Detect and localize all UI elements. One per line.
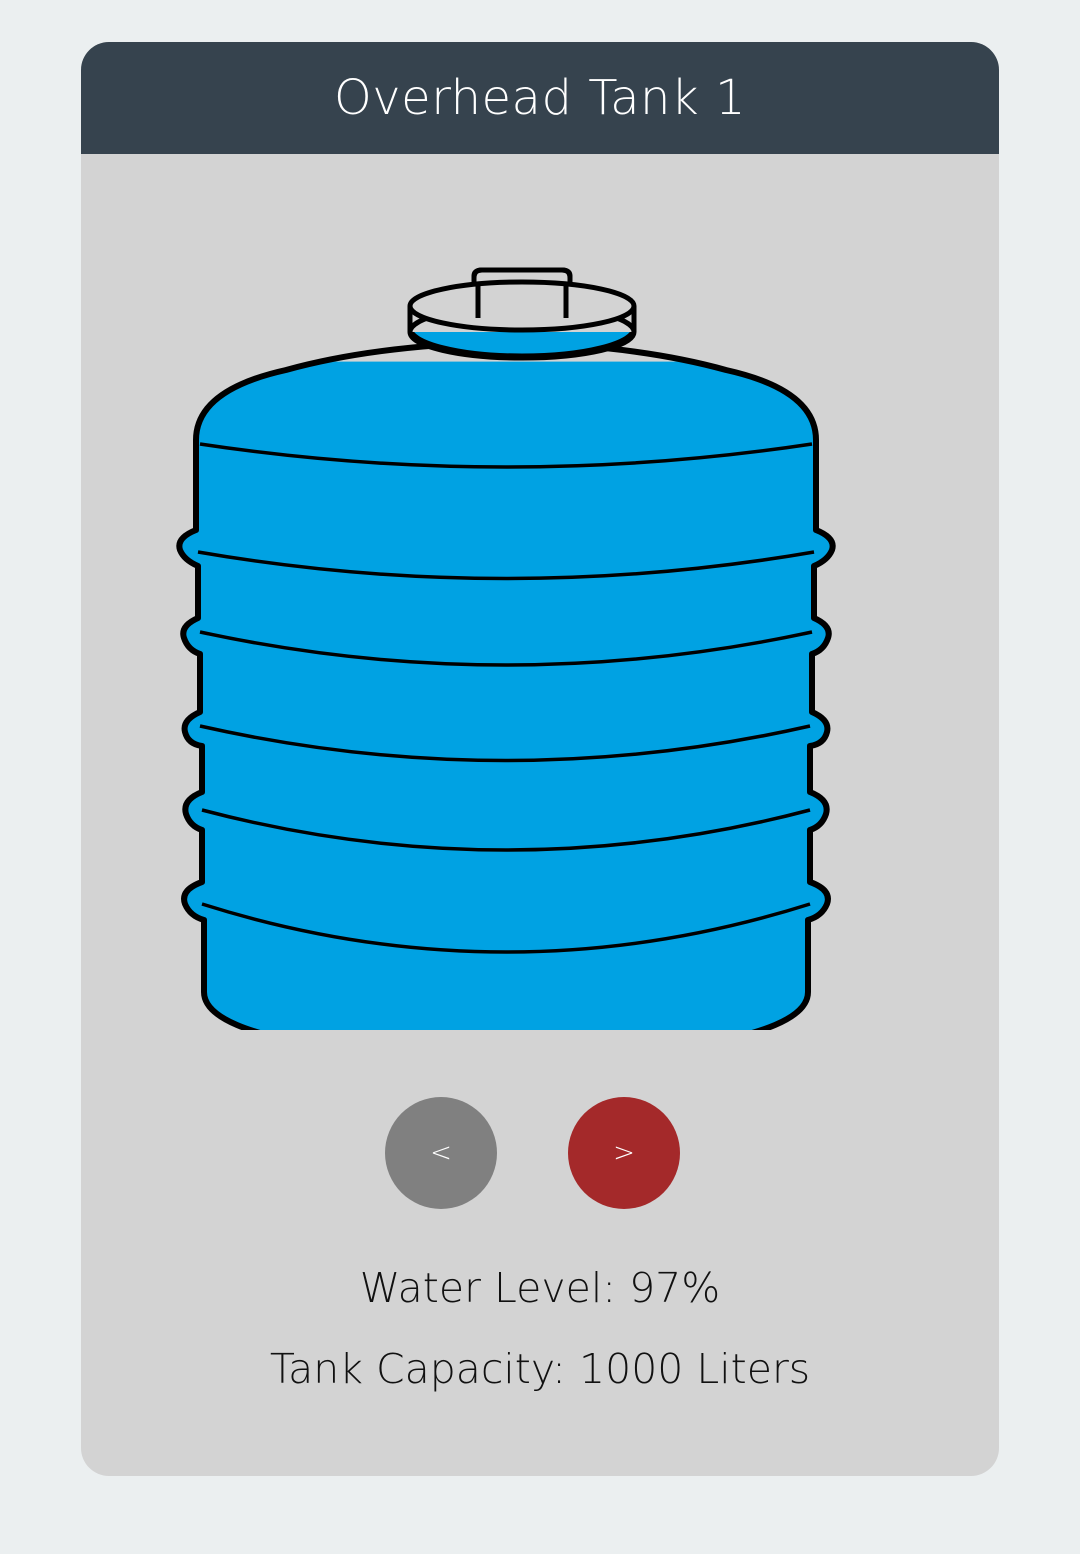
tank-title: Overhead Tank 1 (81, 42, 999, 154)
water-tank-icon (176, 240, 836, 1030)
water-level-text: Water Level: 97% (81, 1264, 999, 1312)
previous-tank-button[interactable]: < (385, 1097, 497, 1209)
water-level-fill (179, 361, 833, 1030)
water-level-value: 97% (629, 1264, 721, 1312)
tank-capacity-label: Tank Capacity: (269, 1345, 566, 1393)
tank-card: Overhead Tank 1 < > Water Level: 97% Tan… (81, 42, 999, 1476)
next-tank-button[interactable]: > (568, 1097, 680, 1209)
tank-capacity-value: 1000 Liters (579, 1345, 811, 1393)
tank-navigation: < > (81, 1097, 999, 1209)
tank-capacity-text: Tank Capacity: 1000 Liters (81, 1345, 999, 1393)
water-level-label: Water Level: (359, 1264, 617, 1312)
